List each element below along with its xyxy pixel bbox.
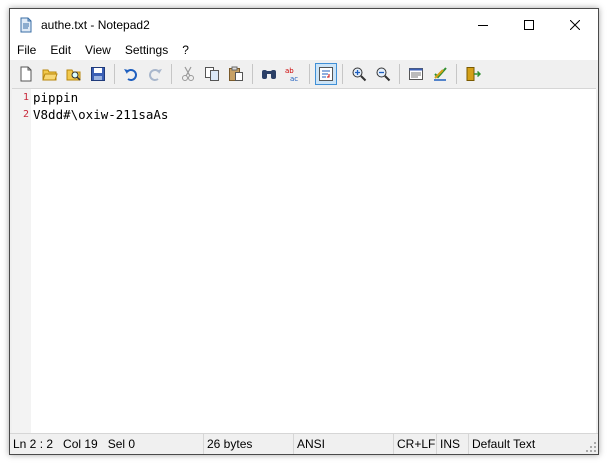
replace-icon: ab ac <box>285 67 298 82</box>
toolbar-separator <box>114 64 115 84</box>
customize-icon <box>434 67 447 81</box>
redo-button[interactable] <box>144 63 166 85</box>
toolbar-separator <box>342 64 343 84</box>
new-icon <box>20 66 32 82</box>
line-text[interactable]: pippin <box>33 90 78 105</box>
browse-button[interactable] <box>63 63 85 85</box>
close-icon <box>570 19 580 30</box>
status-bar: Ln 2 : 2 Col 19 Sel 0 26 bytes ANSI CR+L… <box>10 433 598 454</box>
line-text[interactable]: V8dd#\oxiw-211saAs <box>33 107 168 122</box>
text-editor[interactable]: 1 pippin 2 V8dd#\oxiw-211saAs <box>12 88 596 434</box>
status-position: Ln 2 : 2 Col 19 Sel 0 <box>10 434 204 454</box>
menu-edit[interactable]: Edit <box>43 43 78 57</box>
line-number: 1 <box>22 92 29 103</box>
open-icon <box>42 69 58 81</box>
exit-button[interactable] <box>462 63 484 85</box>
word-wrap-button[interactable] <box>315 63 337 85</box>
status-encoding[interactable]: ANSI <box>294 434 394 454</box>
menu-help[interactable]: ? <box>175 43 196 57</box>
word-wrap-icon <box>319 67 333 81</box>
scheme-button[interactable] <box>405 63 427 85</box>
save-icon <box>91 67 105 81</box>
zoom-out-icon <box>376 67 391 82</box>
customize-button[interactable] <box>429 63 451 85</box>
editor-line: 2 V8dd#\oxiw-211saAs <box>12 106 169 123</box>
toolbar-separator <box>171 64 172 84</box>
svg-text:ac: ac <box>290 75 298 82</box>
toolbar: ab ac <box>10 60 598 88</box>
open-button[interactable] <box>39 63 61 85</box>
undo-icon <box>124 69 137 81</box>
menu-bar: File Edit View Settings ? <box>10 40 598 60</box>
status-eol[interactable]: CR+LF <box>394 434 437 454</box>
copy-button[interactable] <box>201 63 223 85</box>
copy-icon <box>205 67 219 81</box>
resize-grip-icon[interactable] <box>586 442 596 452</box>
menu-settings[interactable]: Settings <box>118 43 175 57</box>
minimize-button[interactable] <box>460 9 506 40</box>
zoom-in-button[interactable] <box>348 63 370 85</box>
zoom-out-button[interactable] <box>372 63 394 85</box>
scheme-icon <box>409 68 423 80</box>
close-button[interactable] <box>552 9 598 40</box>
paste-button[interactable] <box>225 63 247 85</box>
new-button[interactable] <box>15 63 37 85</box>
status-size: 26 bytes <box>204 434 294 454</box>
toolbar-separator <box>456 64 457 84</box>
paste-icon <box>229 66 243 81</box>
cut-button[interactable] <box>177 63 199 85</box>
minimize-icon <box>478 24 488 26</box>
toolbar-separator <box>252 64 253 84</box>
find-button[interactable] <box>258 63 280 85</box>
replace-button[interactable]: ab ac <box>282 63 304 85</box>
zoom-in-icon <box>352 67 367 82</box>
save-button[interactable] <box>87 63 109 85</box>
redo-icon <box>149 69 162 81</box>
browse-icon <box>66 69 81 81</box>
notepad2-window: authe.txt - Notepad2 File Edit View Sett… <box>9 8 599 455</box>
find-icon <box>262 70 276 79</box>
notepad-app-icon <box>18 17 34 33</box>
svg-text:ab: ab <box>285 67 294 75</box>
line-number: 2 <box>22 109 29 120</box>
toolbar-separator <box>309 64 310 84</box>
maximize-icon <box>524 19 534 30</box>
window-title: authe.txt - Notepad2 <box>41 17 150 32</box>
exit-icon <box>466 67 481 81</box>
editor-line: 1 pippin <box>12 89 78 106</box>
line-number-gutter <box>12 89 31 434</box>
toolbar-separator <box>399 64 400 84</box>
status-mode[interactable]: INS <box>437 434 469 454</box>
menu-file[interactable]: File <box>10 43 43 57</box>
menu-view[interactable]: View <box>78 43 118 57</box>
status-scheme[interactable]: Default Text <box>469 434 569 454</box>
undo-button[interactable] <box>120 63 142 85</box>
cut-icon <box>182 66 194 81</box>
maximize-button[interactable] <box>506 9 552 40</box>
title-bar[interactable]: authe.txt - Notepad2 <box>10 9 598 40</box>
